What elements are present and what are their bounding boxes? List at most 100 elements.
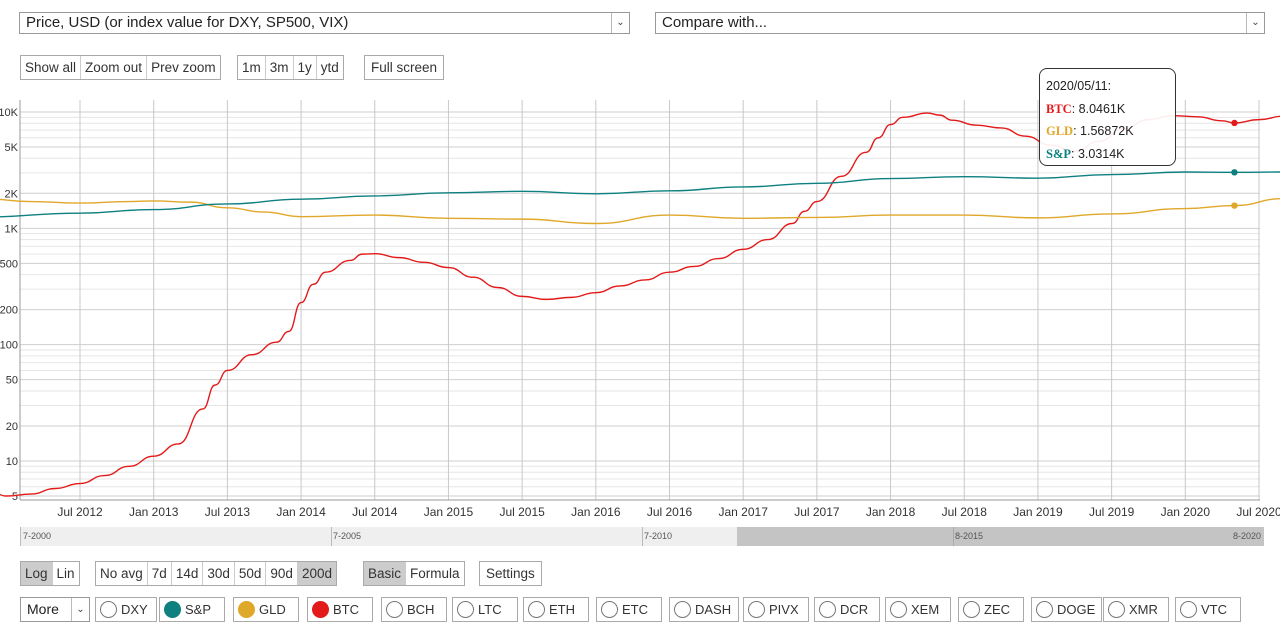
navigator-label: 7-2010 (644, 531, 673, 541)
tooltip-series-name: BTC (1046, 101, 1072, 116)
coin-toggle-sp[interactable]: S&P (159, 597, 225, 622)
formula-mode-button[interactable]: Formula (406, 562, 464, 585)
coin-toggle-zec[interactable]: ZEC (958, 597, 1024, 622)
log-scale-button[interactable]: Log (21, 562, 53, 585)
coin-toggle-label: VTC (1201, 602, 1227, 617)
coin-toggle-label: BTC (333, 602, 359, 617)
series-line-gld (0, 198, 1280, 225)
coin-toggle-eth[interactable]: ETH (523, 597, 589, 622)
avg-14d-button[interactable]: 14d (171, 562, 204, 585)
range-1m-button[interactable]: 1m (238, 56, 266, 79)
coin-toggle-dcr[interactable]: DCR (814, 597, 880, 622)
x-tick-label: Jan 2018 (866, 505, 916, 519)
coin-toggle-label: XMR (1129, 602, 1158, 617)
toggle-indicator-icon (748, 601, 765, 618)
series-point (1231, 169, 1238, 176)
coin-toggle-xmr[interactable]: XMR (1103, 597, 1169, 622)
coin-toggle-pivx[interactable]: PIVX (743, 597, 809, 622)
chevron-down-icon: ⌄ (1246, 13, 1264, 33)
settings-button[interactable]: Settings (480, 562, 541, 585)
tooltip-series-value: 8.0461K (1078, 101, 1126, 116)
chevron-down-icon: ⌄ (71, 598, 89, 621)
coin-toggle-btc[interactable]: BTC (307, 597, 373, 622)
toggle-indicator-icon (457, 601, 474, 618)
navigator-selection[interactable] (737, 527, 1264, 546)
series-line-btc (0, 112, 1280, 497)
coin-toggle-ltc[interactable]: LTC (452, 597, 518, 622)
navigator-label: 7-2000 (23, 531, 52, 541)
range-navigator[interactable]: 7-2000 7-2005 7-2010 8-2015 8-2020 (20, 527, 1264, 546)
show-all-button[interactable]: Show all (21, 56, 82, 79)
avg-7d-button[interactable]: 7d (147, 562, 172, 585)
x-tick-label: Jul 2019 (1089, 505, 1135, 519)
navigator-divider (642, 527, 643, 546)
coin-toggle-label: DOGE (1057, 602, 1096, 617)
metric-select[interactable]: Price, USD (or index value for DXY, SP50… (19, 12, 630, 34)
y-tick-label: 10 (6, 456, 18, 468)
more-select[interactable]: More ⌄ (20, 597, 90, 622)
avg-50d-button[interactable]: 50d (234, 562, 267, 585)
x-tick-label: Jul 2018 (942, 505, 988, 519)
coin-toggle-label: ZEC (984, 602, 1010, 617)
range-1y-button[interactable]: 1y (293, 56, 317, 79)
tooltip-series-name: S&P (1046, 146, 1071, 161)
y-tick-label: 1K (5, 223, 19, 235)
coin-toggle-xem[interactable]: XEM (885, 597, 951, 622)
toggle-indicator-icon (963, 601, 980, 618)
coin-toggle-label: ETC (622, 602, 648, 617)
toggle-indicator-icon (674, 601, 691, 618)
toggle-indicator-icon (819, 601, 836, 618)
coin-toggle-dxy[interactable]: DXY (95, 597, 157, 622)
coin-toggle-vtc[interactable]: VTC (1175, 597, 1241, 622)
y-tick-label: 200 (0, 305, 18, 317)
y-tick-label: 50 (6, 375, 18, 387)
x-axis-labels: Jul 2012 Jan 2013 Jul 2013 Jan 2014 Jul 2014… (57, 505, 1280, 519)
range-3m-button[interactable]: 3m (265, 56, 294, 79)
navigator-divider (953, 527, 954, 546)
scale-controls: Log Lin (20, 561, 80, 586)
x-tick-label: Jul 2017 (794, 505, 840, 519)
zoom-out-button[interactable]: Zoom out (81, 56, 148, 79)
coin-toggle-label: S&P (185, 602, 212, 617)
coin-toggle-dash[interactable]: DASH (669, 597, 739, 622)
coin-toggle-label: DXY (121, 602, 148, 617)
x-tick-label: Jul 2012 (57, 505, 103, 519)
full-screen-button[interactable]: Full screen (365, 56, 444, 79)
coin-toggle-etc[interactable]: ETC (596, 597, 662, 622)
navigator-label: 8-2020 (1232, 531, 1261, 541)
toggle-indicator-icon (528, 601, 545, 618)
x-tick-label: Jan 2020 (1161, 505, 1211, 519)
chart-tooltip: 2020/05/11: BTC: 8.0461K GLD: 1.56872K S… (1039, 68, 1176, 166)
coin-toggle-bch[interactable]: BCH (381, 597, 447, 622)
coin-toggle-label: LTC (478, 602, 502, 617)
x-tick-label: Jul 2014 (352, 505, 398, 519)
navigator-label: 8-2015 (955, 531, 984, 541)
x-tick-label: Jan 2015 (424, 505, 474, 519)
coin-toggle-label: DASH (695, 602, 732, 617)
coin-toggle-label: PIVX (769, 602, 799, 617)
navigator-divider (331, 527, 332, 546)
basic-mode-button[interactable]: Basic (364, 562, 407, 585)
toggle-indicator-icon (1108, 601, 1125, 618)
y-tick-label: 5K (5, 142, 19, 154)
y-axis-labels: 5 10 20 50 100 200 500 1K 2K 5K 10K (0, 107, 19, 503)
tooltip-row-gld: GLD: 1.56872K (1046, 124, 1134, 138)
coin-toggle-label: DCR (840, 602, 869, 617)
toggle-indicator-icon (386, 601, 403, 618)
avg-none-button[interactable]: No avg (96, 562, 148, 585)
avg-90d-button[interactable]: 90d (266, 562, 298, 585)
compare-select[interactable]: Compare with... ⌄ (655, 12, 1265, 34)
lin-scale-button[interactable]: Lin (52, 562, 79, 585)
avg-200d-button[interactable]: 200d (297, 562, 336, 585)
series-point (1231, 202, 1238, 209)
avg-30d-button[interactable]: 30d (203, 562, 235, 585)
zoom-controls: Show all Zoom out Prev zoom (20, 55, 221, 80)
coin-toggle-gld[interactable]: GLD (233, 597, 299, 622)
coin-toggle-doge[interactable]: DOGE (1031, 597, 1102, 622)
toggle-indicator-icon (100, 601, 117, 618)
fullscreen-controls: Full screen (364, 55, 445, 80)
toggle-indicator-icon (164, 601, 181, 618)
range-ytd-button[interactable]: ytd (316, 56, 343, 79)
coin-toggle-label: BCH (407, 602, 435, 617)
prev-zoom-button[interactable]: Prev zoom (147, 56, 220, 79)
